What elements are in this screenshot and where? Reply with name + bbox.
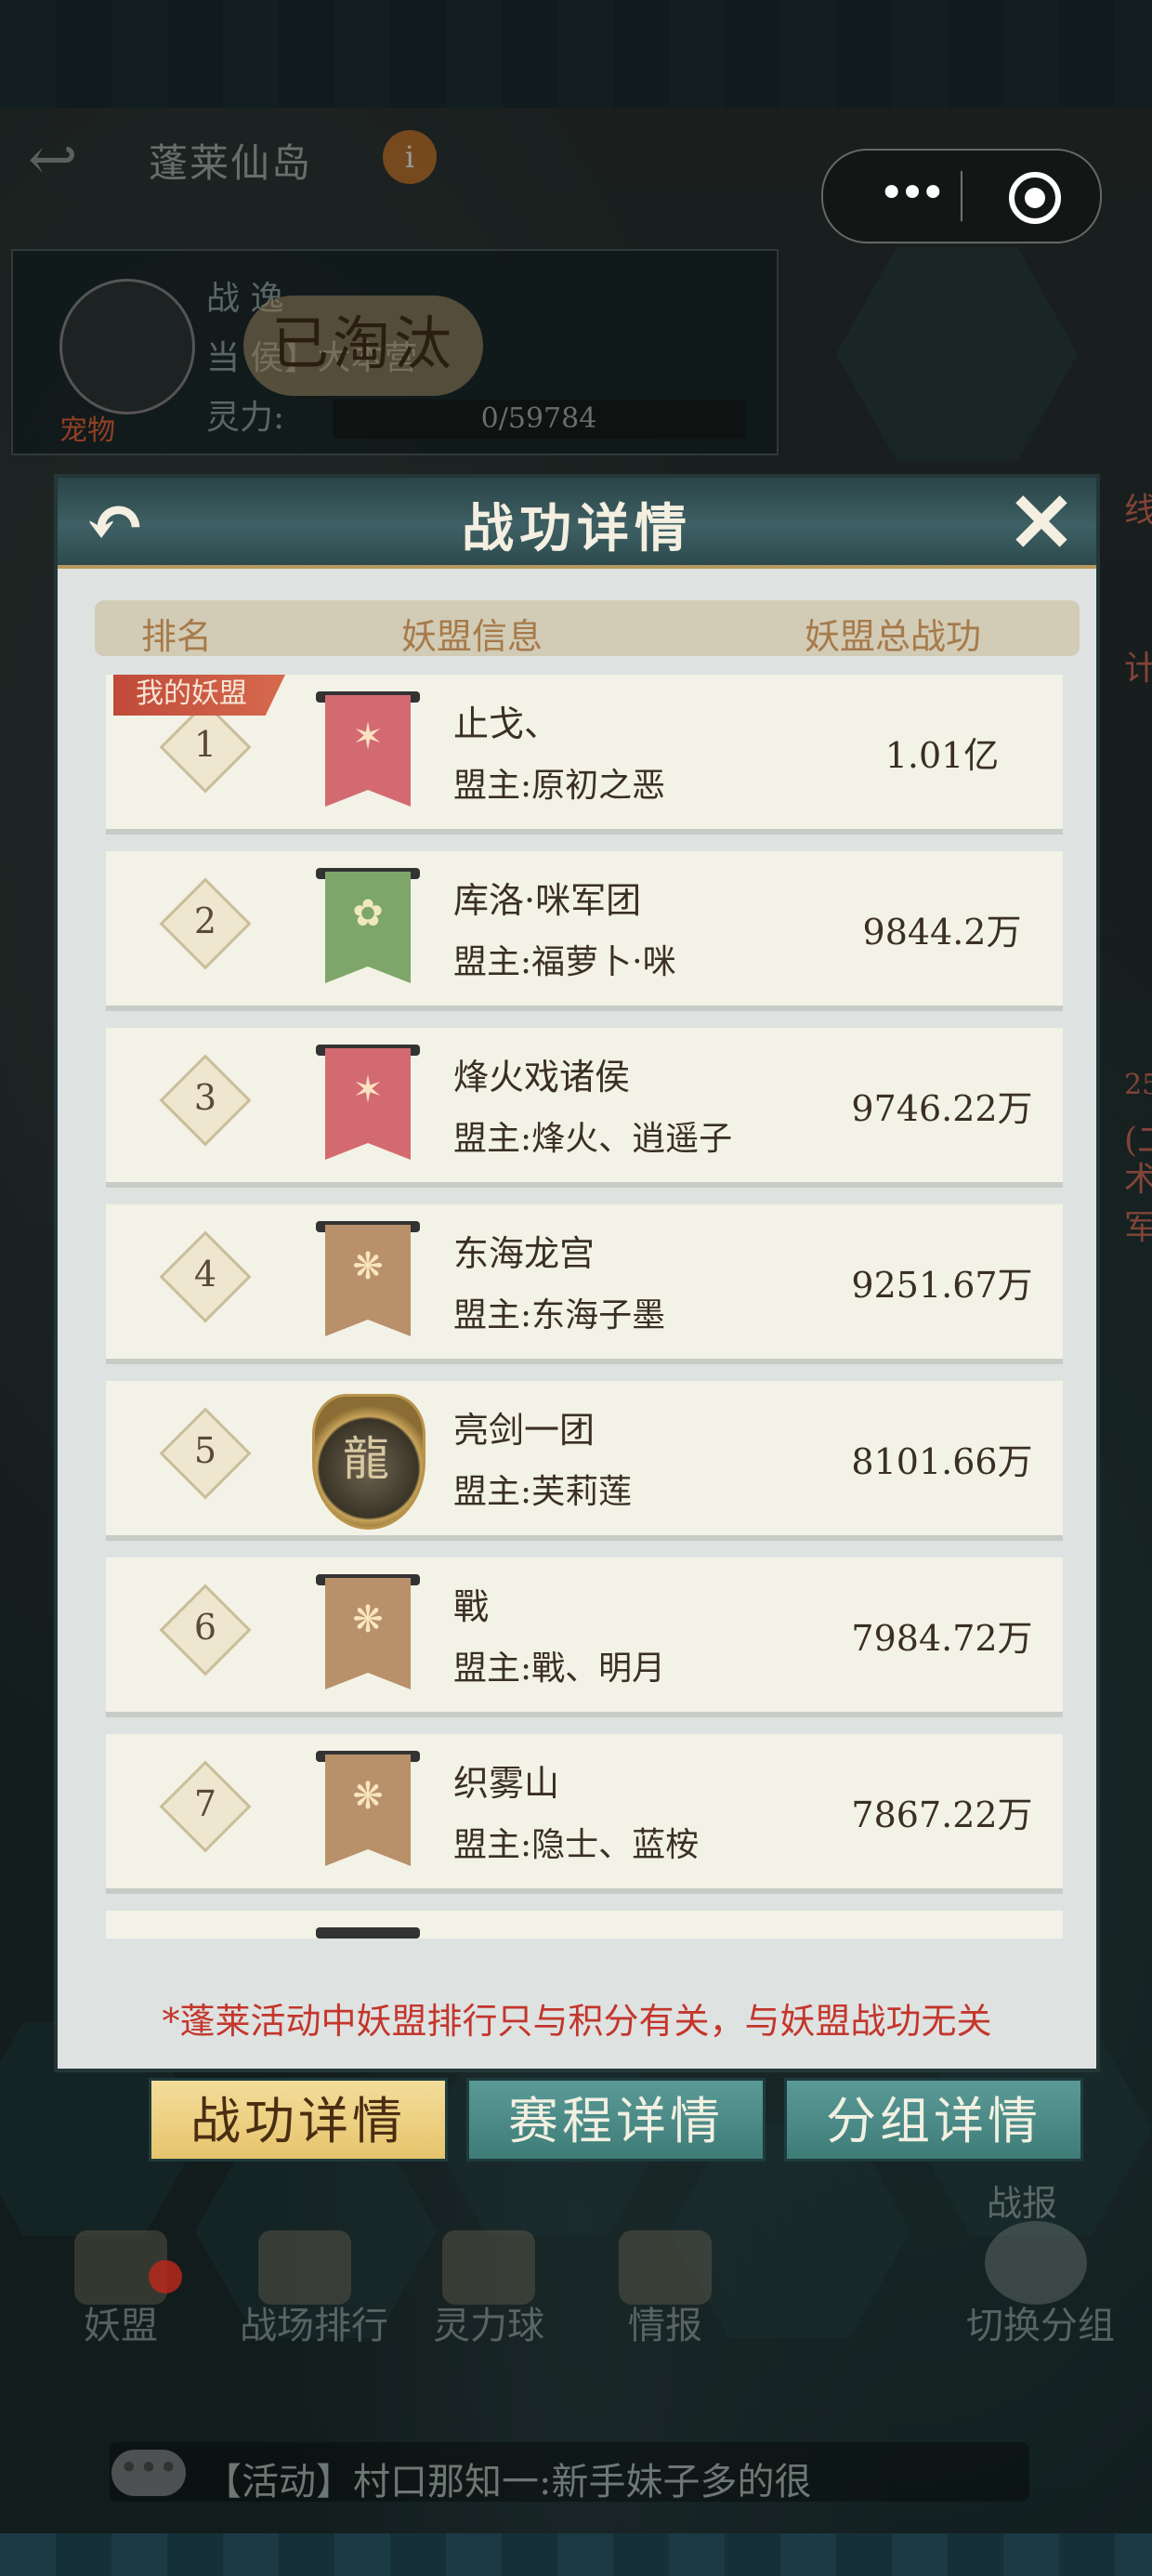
ranking-note: *蓬莱活动中妖盟排行只与积分有关，与妖盟战功无关: [162, 2001, 992, 2042]
capsule-divider: [961, 171, 962, 221]
bottom-decor-strip: [0, 2533, 1152, 2576]
nav-battle-ranking[interactable]: 战场排行: [230, 2295, 398, 2349]
alliance-name: 戰: [453, 1586, 490, 1627]
phoenix-emblem-icon: ✶: [352, 716, 384, 758]
sun-emblem-icon: ❋: [352, 1245, 384, 1288]
banner-pole: [316, 1927, 420, 1939]
col-rank: 排名: [141, 616, 213, 657]
avatar: [59, 279, 195, 414]
ranking-list[interactable]: 1 ✶ 止戈、 盟主:原初之恶 1.01亿 我的妖盟 2 ✿ 库洛·咪军团 盟主…: [106, 675, 1065, 1939]
alliance-name: 织雾山: [453, 1763, 560, 1804]
rank-number: 3: [193, 1077, 217, 1118]
modal-header: ↶ 战功详情 ✕: [58, 478, 1096, 569]
status-line-3: 灵力:: [206, 399, 285, 437]
modal-title: 战功详情: [462, 498, 692, 559]
sun-emblem-icon: ❋: [352, 1775, 384, 1818]
edge-text-fragment: 线: [1124, 492, 1152, 530]
list-item[interactable]: 5 龍 亮剑一团 盟主:芙莉莲 8101.66万: [106, 1381, 1063, 1541]
edge-text-fragment: 计: [1124, 650, 1152, 688]
notification-dot: [149, 2260, 182, 2293]
tab-schedule[interactable]: 赛程详情: [466, 2078, 766, 2162]
tab-battle-merit[interactable]: 战功详情: [149, 2078, 448, 2162]
col-total-merit: 妖盟总战功: [805, 616, 982, 657]
alliance-merit: 9251.67万: [851, 1265, 1033, 1306]
list-item[interactable]: 7 ❋ 织雾山 盟主:隐士、蓝桉 7867.22万: [106, 1734, 1063, 1894]
alliance-merit: 8101.66万: [851, 1441, 1033, 1482]
pet-label: 宠物: [59, 414, 115, 447]
rank-number: 2: [193, 900, 217, 941]
close-miniprogram-icon[interactable]: [1009, 172, 1061, 224]
table-header: 排名 妖盟信息 妖盟总战功: [95, 600, 1080, 657]
alliance-merit: 1.01亿: [884, 735, 1000, 776]
alliance-merit: 9844.2万: [862, 912, 1022, 953]
list-item[interactable]: 3 ✶ 烽火戏诸侯 盟主:烽火、逍遥子 9746.22万: [106, 1028, 1063, 1188]
battle-report-button[interactable]: 战报: [987, 2175, 1057, 2226]
list-item[interactable]: 4 ❋ 东海龙宫 盟主:东海子墨 9251.67万: [106, 1204, 1063, 1364]
tab-group[interactable]: 分组详情: [784, 2078, 1083, 2162]
flower-emblem-icon: ✿: [352, 892, 384, 935]
switch-group-icon[interactable]: [985, 2221, 1087, 2305]
alliance-leader: 盟主:戰、明月: [453, 1649, 666, 1688]
alliance-leader: 盟主:福萝卜·咪: [453, 943, 676, 981]
close-x-icon[interactable]: ✕: [1000, 481, 1083, 563]
miniprogram-capsule: •••: [821, 149, 1102, 243]
nav-spirit-orb[interactable]: 灵力球: [414, 2295, 563, 2349]
rank-number: 5: [193, 1430, 217, 1471]
intel-icon[interactable]: [619, 2230, 712, 2305]
nav-intel[interactable]: 情报: [591, 2295, 740, 2349]
rank-number: 1: [193, 724, 217, 765]
list-item[interactable]: 2 ✿ 库洛·咪军团 盟主:福萝卜·咪 9844.2万: [106, 851, 1063, 1011]
phoenix-emblem-icon: ✶: [352, 1069, 384, 1111]
col-alliance-info: 妖盟信息: [401, 616, 543, 657]
sun-emblem-icon: ❋: [352, 1598, 384, 1641]
edge-text-fragment: 250: [1124, 1069, 1152, 1101]
more-menu-icon[interactable]: •••: [858, 165, 961, 227]
list-item-partial[interactable]: [106, 1911, 1063, 1939]
alliance-name: 库洛·咪军团: [453, 880, 642, 921]
alliance-name: 东海龙宫: [453, 1233, 596, 1274]
eliminated-badge: 已淘汰: [243, 296, 483, 396]
nav-switch-group[interactable]: 切换分组: [948, 2295, 1133, 2349]
alliance-leader: 盟主:烽火、逍遥子: [453, 1120, 733, 1158]
spirit-orb-icon[interactable]: [442, 2230, 535, 2305]
dragon-emblem-icon: 龍: [343, 1432, 389, 1486]
alliance-leader: 盟主:东海子墨: [453, 1296, 666, 1334]
alliance-merit: 7984.72万: [851, 1618, 1033, 1659]
chat-bubble-icon[interactable]: •••: [111, 2450, 186, 2496]
edge-text-fragment: 术军: [1124, 1161, 1152, 1247]
back-arrow-icon[interactable]: ↩: [28, 125, 78, 194]
chat-message: 【活动】村口那知一:新手妹子多的很: [204, 2461, 812, 2504]
alliance-leader: 盟主:芙莉莲: [453, 1473, 633, 1511]
alliance-leader: 盟主:原初之恶: [453, 767, 666, 805]
nav-alliance[interactable]: 妖盟: [46, 2295, 195, 2349]
battle-merit-modal: ↶ 战功详情 ✕ 排名 妖盟信息 妖盟总战功 1 ✶ 止戈、 盟主:原初之恶 1…: [54, 474, 1100, 2072]
info-icon[interactable]: i: [383, 130, 437, 184]
ranking-icon[interactable]: [258, 2230, 351, 2305]
alliance-leader: 盟主:隐士、蓝桉: [453, 1826, 700, 1864]
rank-number: 7: [193, 1783, 217, 1824]
my-alliance-tag: 我的妖盟: [113, 675, 286, 716]
alliance-merit: 7867.22万: [851, 1794, 1033, 1835]
map-title: 蓬莱仙岛: [149, 140, 313, 186]
alliance-merit: 9746.22万: [851, 1088, 1033, 1129]
rank-number: 6: [193, 1607, 217, 1648]
rank-number: 4: [193, 1254, 217, 1295]
spirit-power-bar: 0/59784: [333, 400, 745, 439]
list-item[interactable]: 6 ❋ 戰 盟主:戰、明月 7984.72万: [106, 1557, 1063, 1717]
list-item[interactable]: 1 ✶ 止戈、 盟主:原初之恶 1.01亿 我的妖盟: [106, 675, 1063, 835]
alliance-name: 止戈、: [453, 703, 560, 744]
alliance-name: 亮剑一团: [453, 1410, 596, 1451]
alliance-name: 烽火戏诸侯: [453, 1057, 631, 1097]
